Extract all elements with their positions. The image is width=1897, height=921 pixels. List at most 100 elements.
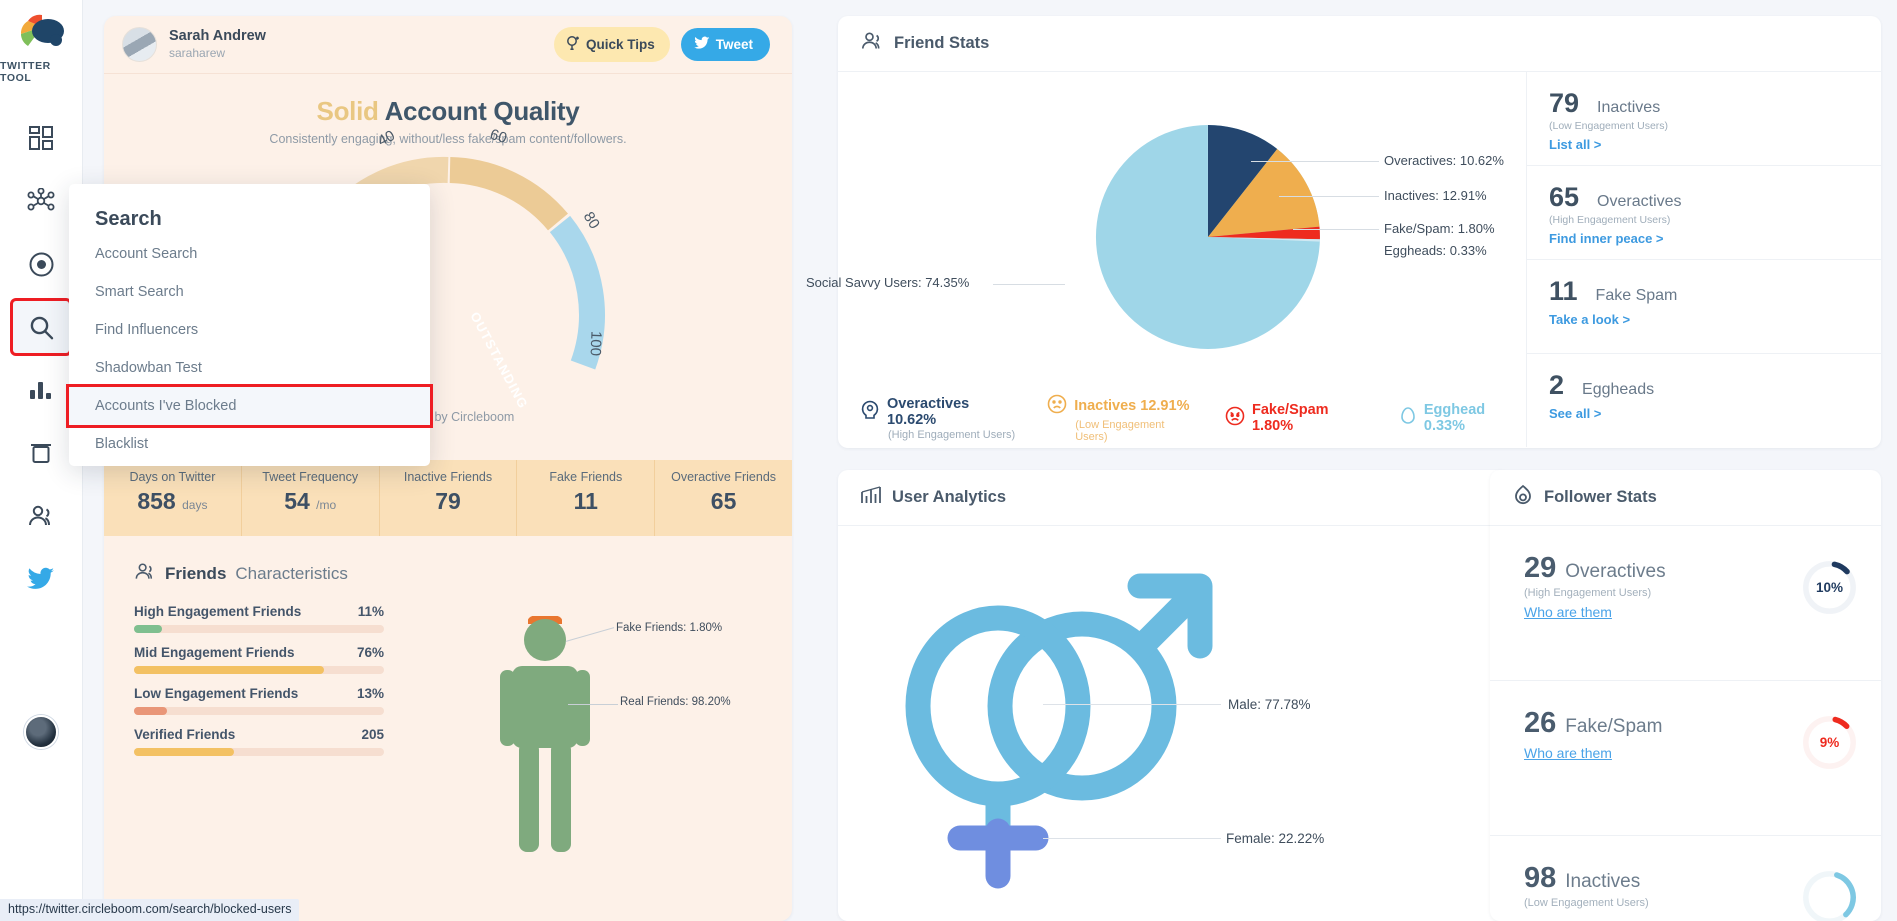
profile-name: Sarah Andrew <box>169 28 266 45</box>
follower-stat-overactives: 29 Overactives (High Engagement Users) W… <box>1490 526 1881 681</box>
quality-title-rest: Account Quality <box>384 96 580 126</box>
stat-label: Inactive Friends <box>403 470 493 484</box>
legend-sub: (Low Engagement Users) <box>1075 419 1165 443</box>
figure-label-real: Real Friends: 98.20% <box>620 696 731 708</box>
figure-label-fake: Fake Friends: 1.80% <box>616 622 723 634</box>
tweet-label: Tweet <box>715 37 753 52</box>
person-figure-icon <box>500 616 590 852</box>
bar-value: 11% <box>357 604 384 619</box>
stat-number: 2 <box>1549 370 1565 400</box>
quick-tips-button[interactable]: Quick Tips <box>553 27 670 62</box>
find-inner-peace-link[interactable]: Find inner peace > <box>1549 231 1664 246</box>
bar-label: Mid Engagement Friends <box>134 645 295 660</box>
bar-label: High Engagement Friends <box>134 604 302 619</box>
menu-item-accounts-ive-blocked[interactable]: Accounts I've Blocked <box>69 387 430 425</box>
bar-value: 205 <box>361 727 384 742</box>
target-icon <box>28 251 55 278</box>
avatar[interactable] <box>122 27 157 62</box>
legend-sub: (High Engagement Users) <box>888 429 1016 441</box>
twitter-tool-logo-icon <box>15 12 67 56</box>
who-are-them-link[interactable]: Who are them <box>1524 604 1612 620</box>
see-all-link[interactable]: See all > <box>1549 406 1601 421</box>
profile-names: Sarah Andrew saraharew <box>169 28 266 60</box>
menu-item-account-search[interactable]: Account Search <box>69 235 430 273</box>
sidebar-item-twitter[interactable] <box>13 553 69 605</box>
stat-label: Fake Friends <box>549 470 623 484</box>
follower-stat-fake-spam: 26 Fake/Spam Who are them 9% <box>1490 681 1881 836</box>
angry-face-icon <box>1225 406 1245 430</box>
overactive-icon <box>860 400 880 424</box>
brand-name: TWITTER TOOL <box>0 60 51 84</box>
stat-value: 858 <box>137 488 176 514</box>
who-are-them-link[interactable]: Who are them <box>1524 745 1612 761</box>
friend-stat-overactives: 65 Overactives (High Engagement Users) F… <box>1527 166 1881 260</box>
flame-icon <box>1512 484 1534 511</box>
quality-header: Solid Account Quality Consistently engag… <box>104 74 792 146</box>
pie-label-overactives: Overactives: 10.62% <box>1384 153 1504 168</box>
sad-face-icon <box>1047 394 1067 418</box>
tweet-button[interactable]: Tweet <box>680 28 770 61</box>
stat-name: Fake Spam <box>1595 287 1678 304</box>
stat-fake-friends: Fake Friends 11 <box>517 460 656 536</box>
menu-item-find-influencers[interactable]: Find Influencers <box>69 311 430 349</box>
fc-title-bold: Friends <box>165 564 227 583</box>
lightbulb-icon <box>566 35 580 54</box>
friend-stats-card: Friend Stats Overactives: 10.62% Inactiv… <box>806 16 1881 448</box>
pie-label-eggheads: Eggheads: 0.33% <box>1384 243 1487 258</box>
menu-item-blacklist[interactable]: Blacklist <box>69 425 430 463</box>
stat-name: Overactives <box>1597 193 1682 210</box>
quality-grade: Solid <box>316 96 379 126</box>
brand-logo[interactable]: TWITTER TOOL <box>0 12 82 84</box>
stat-number: 26 <box>1524 707 1557 739</box>
stat-name: Eggheads <box>1582 381 1655 398</box>
legend-label: Fake/Spam 1.80% <box>1251 402 1329 434</box>
user-analytics-card: User Analytics Male: 77.78% Female: 22.2… <box>838 470 1510 921</box>
twitter-bird-icon <box>27 567 55 591</box>
search-dropdown-menu: Search Account Search Smart Search Find … <box>69 184 430 466</box>
user-analytics-body: Male: 77.78% Female: 22.22% <box>838 526 1510 920</box>
sidebar-item-dashboard[interactable] <box>13 112 69 164</box>
sidebar-item-circle[interactable] <box>13 238 69 290</box>
legend-egghead: Egghead 0.33% <box>1399 402 1526 435</box>
stat-tweet-frequency: Tweet Frequency 54 /mo <box>242 460 380 536</box>
people-icon <box>134 562 156 586</box>
account-quality-card: Sarah Andrew saraharew Quick Tips Tweet <box>104 16 792 921</box>
friend-stat-inactives: 79 Inactives (Low Engagement Users) List… <box>1527 72 1881 166</box>
friend-stat-eggheads: 2 Eggheads See all > <box>1527 354 1881 448</box>
stat-sub: (Low Engagement Users) <box>1549 120 1669 132</box>
sidebar-item-cleanup[interactable] <box>13 427 69 479</box>
female-percentage-label: Female: 22.22% <box>1226 831 1325 846</box>
sidebar-item-search[interactable] <box>13 301 69 353</box>
bar-label: Verified Friends <box>134 727 236 742</box>
bar-label: Low Engagement Friends <box>134 686 299 701</box>
stat-name: Inactives <box>1565 871 1641 892</box>
pie-label-fakespam: Fake/Spam: 1.80% <box>1384 221 1495 236</box>
sidebar-item-analytics[interactable] <box>13 364 69 416</box>
stat-value: 54 <box>284 488 310 514</box>
friends-characteristics-title: Friends Characteristics <box>134 562 762 586</box>
grid-icon <box>28 125 54 151</box>
twitter-bird-icon <box>693 36 710 53</box>
stat-number: 98 <box>1524 862 1557 894</box>
profile-actions: Quick Tips Tweet <box>553 27 770 62</box>
stat-number: 65 <box>1549 182 1580 212</box>
menu-item-shadowban-test[interactable]: Shadowban Test <box>69 349 430 387</box>
bar-value: 76% <box>356 645 384 660</box>
user-avatar-small[interactable] <box>24 715 58 749</box>
list-all-link[interactable]: List all > <box>1549 137 1601 152</box>
line-chart-icon <box>860 485 882 510</box>
overactives-donut: 10% <box>1802 560 1857 615</box>
friend-stats-pie-chart: Overactives: 10.62% Inactives: 12.91% Fa… <box>806 72 1526 447</box>
stat-value: 11 <box>573 488 598 514</box>
sidebar-item-users[interactable] <box>13 490 69 542</box>
legend-overactives: Overactives 10.62% (High Engagement User… <box>860 396 1017 441</box>
overactives-percent: 10% <box>1815 580 1844 595</box>
follower-stats-card: Follower Stats 29 Overactives (High Enga… <box>1490 470 1881 921</box>
inactives-donut <box>1802 870 1857 921</box>
male-percentage-label: Male: 77.78% <box>1228 697 1311 712</box>
quick-tips-label: Quick Tips <box>585 37 655 52</box>
take-a-look-link[interactable]: Take a look > <box>1549 312 1630 327</box>
menu-item-smart-search[interactable]: Smart Search <box>69 273 430 311</box>
sidebar-item-network[interactable] <box>13 175 69 227</box>
bar-verified-friends: Verified Friends 205 <box>134 727 384 756</box>
